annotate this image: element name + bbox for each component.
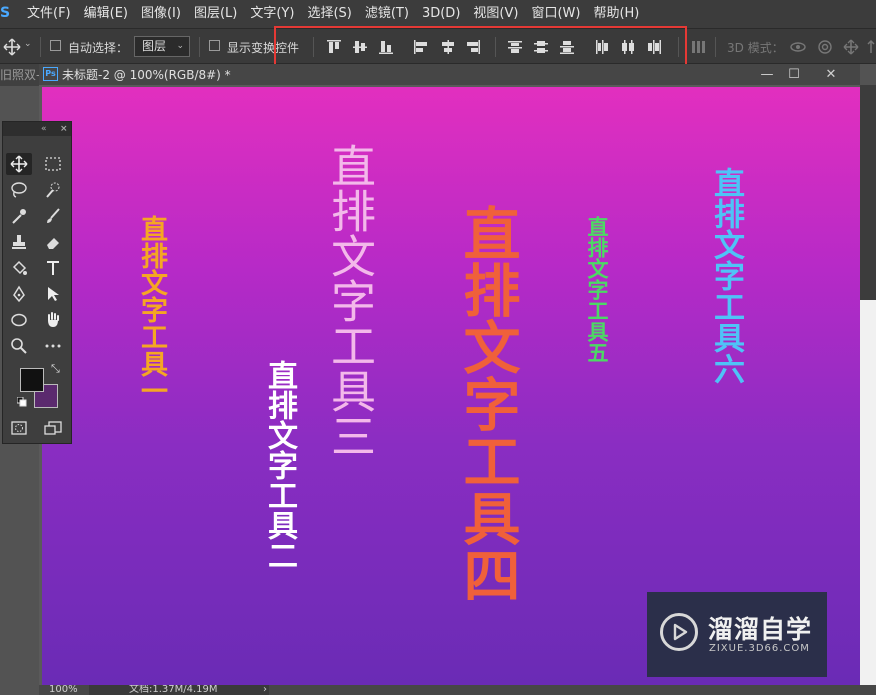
- tools-panel: « × ⤡: [2, 121, 72, 444]
- auto-select-value: 图层: [142, 39, 167, 53]
- ellipse-icon: [11, 313, 27, 327]
- marquee-tool[interactable]: [40, 153, 66, 175]
- maximize-button[interactable]: ☐: [780, 64, 808, 85]
- watermark-badge: 溜溜自学 ZIXUE.3D66.COM: [647, 592, 827, 677]
- auto-select-label: 自动选择：: [68, 41, 129, 55]
- menu-items: 文件(F) 编辑(E) 图像(I) 图层(L) 文字(Y) 选择(S) 滤镜(T…: [27, 0, 652, 28]
- vertical-text-5[interactable]: 直排文字工具五: [584, 216, 610, 363]
- hand-tool[interactable]: [40, 309, 66, 331]
- pen-tool[interactable]: [6, 283, 32, 305]
- brush-tool[interactable]: [40, 205, 66, 227]
- move-tool[interactable]: [6, 153, 32, 175]
- swap-colors-icon[interactable]: ⤡: [51, 362, 60, 376]
- lasso-tool[interactable]: [6, 179, 32, 201]
- align-tools-highlight-box: [274, 26, 687, 69]
- move-tool-icon[interactable]: [3, 38, 21, 56]
- 3d-pan-icon[interactable]: [843, 39, 859, 55]
- vertical-text-1[interactable]: 直排文字工具一: [135, 215, 167, 404]
- menu-bar: S 文件(F) 编辑(E) 图像(I) 图层(L) 文字(Y) 选择(S) 滤镜…: [0, 0, 876, 28]
- collapse-icon[interactable]: «: [41, 122, 47, 136]
- chevron-down-icon: ⌄: [176, 41, 184, 51]
- arrow-cursor-icon: [48, 287, 59, 301]
- menu-select[interactable]: 选择(S): [307, 0, 351, 28]
- foreground-color-swatch[interactable]: [20, 368, 44, 392]
- menu-filter[interactable]: 滤镜(T): [365, 0, 409, 28]
- chevron-right-icon[interactable]: ›: [263, 685, 267, 695]
- quick-selection-icon: [46, 182, 60, 198]
- divider: [40, 37, 41, 57]
- default-colors-icon[interactable]: [17, 397, 27, 407]
- screen-mode-tool[interactable]: [40, 417, 66, 439]
- document-title-bar[interactable]: Ps 未标题-2 @ 100%(RGB/8#) * — ☐ ✕: [39, 64, 860, 85]
- screen-mode-icon: [44, 421, 62, 435]
- divider: [715, 37, 716, 57]
- rectangular-marquee-icon: [45, 157, 61, 171]
- paint-bucket-tool[interactable]: [6, 257, 32, 279]
- menu-layer[interactable]: 图层(L): [194, 0, 237, 28]
- play-logo-icon: [660, 613, 698, 651]
- zoom-tool[interactable]: [6, 335, 32, 357]
- auto-select-checkbox[interactable]: [50, 40, 61, 51]
- tool-preset-chevron-icon[interactable]: ⌄: [24, 39, 32, 49]
- close-button[interactable]: ✕: [817, 64, 845, 85]
- magnifier-icon: [11, 338, 27, 354]
- clone-stamp-icon: [12, 235, 26, 249]
- ellipse-tool[interactable]: [6, 309, 32, 331]
- path-selection-tool[interactable]: [40, 283, 66, 305]
- more-tools[interactable]: [40, 335, 66, 357]
- 3d-slide-icon[interactable]: [866, 39, 876, 55]
- vertical-text-3[interactable]: 直排文字工具三: [323, 143, 376, 458]
- paint-bucket-icon: [12, 260, 27, 275]
- tools-panel-header[interactable]: « ×: [3, 122, 71, 136]
- photoshop-document-icon: Ps: [43, 67, 58, 81]
- type-icon: [47, 261, 59, 275]
- show-transform-checkbox[interactable]: [209, 40, 220, 51]
- vertical-text-4[interactable]: 直排文字工具四: [454, 204, 520, 603]
- move-icon: [10, 155, 28, 173]
- pen-icon: [13, 285, 25, 303]
- eraser-icon: [47, 238, 59, 249]
- brush-icon: [47, 208, 60, 223]
- menu-image[interactable]: 图像(I): [141, 0, 181, 28]
- status-bar: 100% 文档:1.37M/4.19M ›: [39, 685, 876, 695]
- 3d-orbit-icon[interactable]: [790, 39, 806, 55]
- right-panel-edge: [860, 300, 876, 695]
- document-tab-other[interactable]: 旧照双-: [0, 64, 39, 86]
- close-icon[interactable]: ×: [60, 122, 68, 136]
- auto-align-layers-icon[interactable]: [690, 39, 706, 55]
- app-logo: S: [0, 5, 11, 21]
- zoom-level[interactable]: 100%: [49, 685, 78, 695]
- minimize-button[interactable]: —: [753, 64, 781, 85]
- stamp-tool[interactable]: [6, 231, 32, 253]
- menu-view[interactable]: 视图(V): [473, 0, 518, 28]
- quick-mask-tool[interactable]: [6, 417, 32, 439]
- document-info[interactable]: 文档:1.37M/4.19M: [129, 685, 218, 695]
- watermark-subtitle: ZIXUE.3D66.COM: [709, 643, 810, 654]
- menu-help[interactable]: 帮助(H): [593, 0, 639, 28]
- auto-select-dropdown[interactable]: 图层 ⌄: [134, 36, 190, 57]
- more-dots-icon: [45, 344, 61, 348]
- document-title: 未标题-2 @ 100%(RGB/8#) *: [62, 68, 231, 82]
- eyedropper-tool[interactable]: [6, 205, 32, 227]
- menu-edit[interactable]: 编辑(E): [84, 0, 128, 28]
- divider: [199, 37, 200, 57]
- type-tool[interactable]: [40, 257, 66, 279]
- lasso-icon: [11, 182, 27, 198]
- 3d-mode-label: 3D 模式：: [727, 41, 784, 55]
- vertical-text-6[interactable]: 直排文字工具六: [707, 167, 744, 384]
- eyedropper-icon: [12, 209, 26, 224]
- menu-type[interactable]: 文字(Y): [250, 0, 294, 28]
- quick-mask-icon: [11, 421, 27, 435]
- eraser-tool[interactable]: [40, 231, 66, 253]
- menu-file[interactable]: 文件(F): [27, 0, 71, 28]
- menu-3d[interactable]: 3D(D): [422, 0, 460, 28]
- 3d-roll-icon[interactable]: [817, 39, 833, 55]
- hand-icon: [48, 312, 59, 327]
- quick-selection-tool[interactable]: [40, 179, 66, 201]
- menu-window[interactable]: 窗口(W): [531, 0, 580, 28]
- watermark-title: 溜溜自学: [708, 615, 813, 644]
- vertical-text-2[interactable]: 直排文字工具二: [261, 360, 297, 570]
